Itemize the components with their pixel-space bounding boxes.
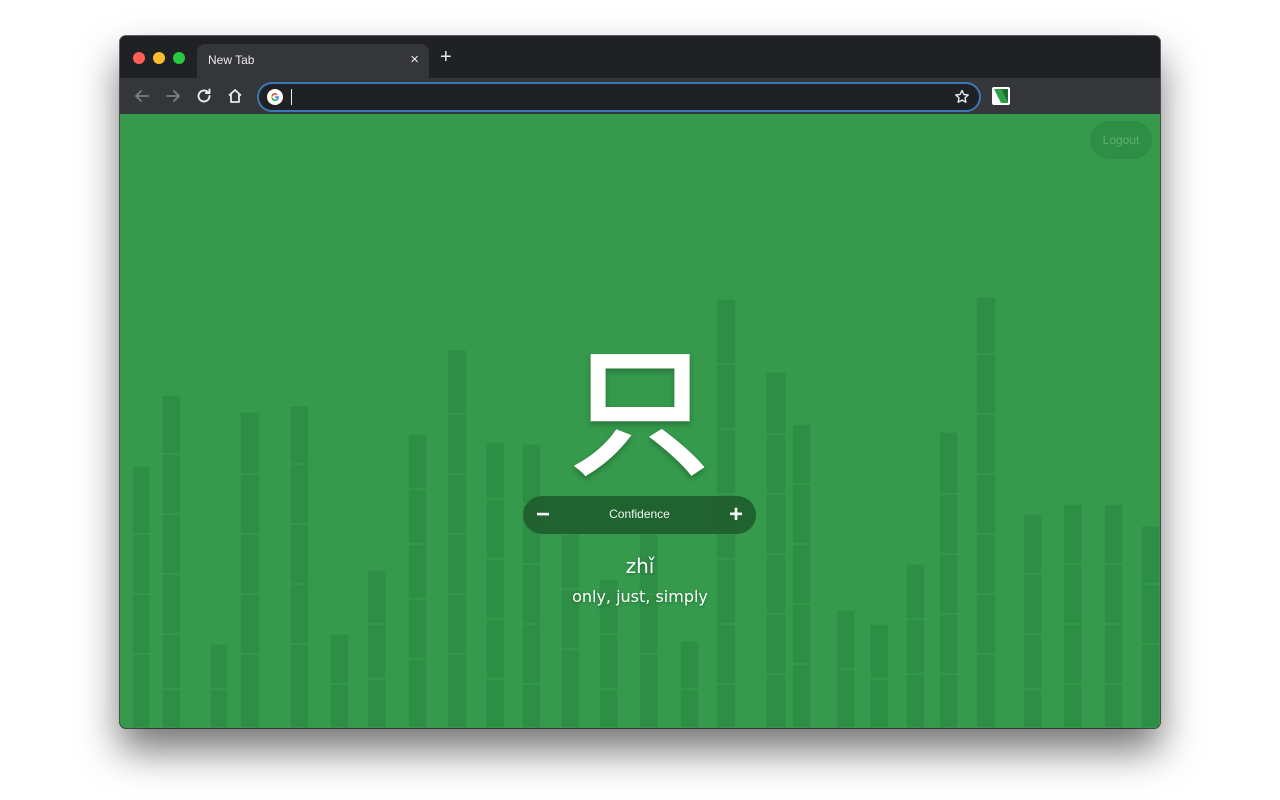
bamboo-stalk <box>485 441 506 728</box>
confidence-control: − Confidence + <box>523 496 756 534</box>
address-bar[interactable] <box>257 82 981 112</box>
toolbar <box>120 78 1160 114</box>
chinese-character: 只 <box>570 334 709 495</box>
reload-icon[interactable] <box>192 84 216 108</box>
forward-icon[interactable] <box>161 84 185 108</box>
bamboo-stalk <box>1022 513 1043 728</box>
tab-close-icon[interactable]: × <box>410 51 419 69</box>
extension-icon[interactable] <box>992 87 1010 105</box>
back-icon[interactable] <box>130 84 154 108</box>
home-icon[interactable] <box>223 84 247 108</box>
star-icon[interactable] <box>953 88 971 106</box>
window-maximize-button[interactable] <box>173 52 185 64</box>
window-close-button[interactable] <box>133 52 145 64</box>
confidence-increase-button[interactable]: + <box>717 496 755 534</box>
bamboo-stalk <box>521 443 542 728</box>
google-icon <box>267 89 283 105</box>
bamboo-stalk <box>1103 503 1124 728</box>
logout-button[interactable]: Logout <box>1090 121 1152 159</box>
tab-strip: New Tab × + <box>120 36 1160 78</box>
new-tab-button[interactable]: + <box>440 47 452 67</box>
text-caret <box>291 89 292 105</box>
pinyin: zhǐ <box>625 554 655 578</box>
meaning: only, just, simply <box>572 587 708 606</box>
omnibox-input[interactable] <box>295 87 939 109</box>
bamboo-stalk <box>329 633 350 728</box>
tab-title: New Tab <box>208 53 255 67</box>
bamboo-stalk <box>679 640 700 728</box>
new-tab-page: Logout 只 − Confidence + zhǐ only, just, … <box>120 114 1160 728</box>
bamboo-stalk <box>1062 503 1083 728</box>
bamboo-stalk <box>209 643 229 728</box>
tab-new-tab[interactable]: New Tab × <box>197 44 429 78</box>
bamboo-stalk <box>869 623 890 728</box>
window-minimize-button[interactable] <box>153 52 165 64</box>
browser-window: New Tab × + Logout 只 − Confidence + zhǐ … <box>120 36 1160 728</box>
bamboo-stalk <box>835 609 856 728</box>
